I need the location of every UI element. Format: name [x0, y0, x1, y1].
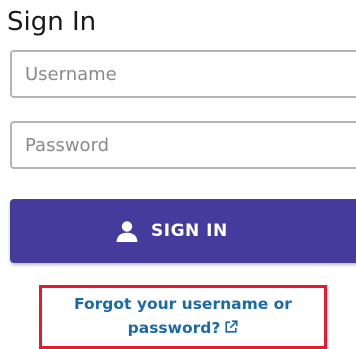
forgot-link-line-2-wrap: password? [42, 316, 324, 340]
password-input[interactable] [10, 121, 356, 169]
external-link-icon [225, 320, 238, 333]
sign-in-button[interactable]: SIGN IN [10, 199, 356, 263]
forgot-credentials-highlight: Forgot your username or password? [39, 285, 327, 349]
sign-in-button-content: SIGN IN [115, 199, 228, 263]
user-icon [116, 221, 138, 242]
forgot-link-line-1: Forgot your username or [74, 295, 292, 313]
forgot-credentials-link[interactable]: Forgot your username or password? [42, 292, 324, 340]
username-input[interactable] [10, 50, 356, 98]
page-title: Sign In [7, 7, 97, 37]
sign-in-button-label: SIGN IN [151, 221, 228, 241]
forgot-link-line-2: password? [127, 319, 221, 337]
